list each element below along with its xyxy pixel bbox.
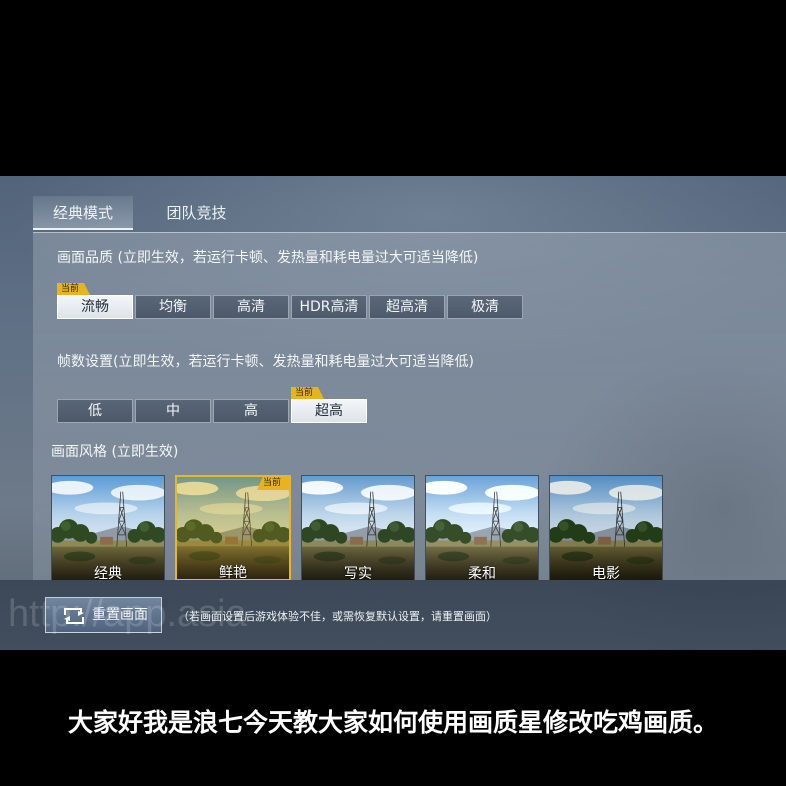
option-label: 均衡 — [159, 299, 187, 315]
quality-option-ultra-hd[interactable]: 超高清 当前 — [369, 295, 445, 319]
option-label: 超高 — [315, 403, 343, 419]
style-label: 写实 — [344, 566, 372, 580]
option-label: 极清 — [471, 299, 499, 315]
option-label: HDR高清 — [299, 299, 359, 315]
style-option-soft[interactable]: 柔和 当前 — [425, 475, 539, 580]
fps-option-ultra[interactable]: 超高 当前 — [291, 387, 367, 423]
option-label: 流畅 — [81, 299, 109, 315]
option-label: 中 — [166, 403, 180, 419]
style-option-realistic[interactable]: 写实 当前 — [301, 475, 415, 580]
reset-graphics-button[interactable]: 重置画面 — [45, 597, 162, 633]
fps-option-low[interactable]: 低 当前 — [57, 399, 133, 423]
quality-option-balanced[interactable]: 均衡 当前 — [135, 295, 211, 319]
quality-option-hdr[interactable]: HDR高清 当前 — [291, 295, 367, 319]
tab-classic-mode[interactable]: 经典模式 — [33, 196, 133, 230]
graphics-settings-panel: 经典模式 团队竞技 画面品质 (立即生效，若运行卡顿、发热量和耗电量过大可适当降… — [0, 176, 786, 650]
tab-team-deathmatch[interactable]: 团队竞技 — [150, 196, 243, 230]
reset-hint-text: （若画面设置后游戏体验不佳，或需恢复默认设置，请重置画面） — [178, 610, 497, 623]
fps-options: 低 当前 中 当前 高 当前 超高 当前 — [57, 387, 367, 423]
style-options: 经典 当前 鲜艳 当前 写实 当前 柔和 当前 — [51, 475, 663, 580]
style-section-title: 画面风格 (立即生效) — [51, 444, 179, 460]
fps-option-high[interactable]: 高 当前 — [213, 399, 289, 423]
current-tag: 当前 — [291, 387, 324, 399]
style-option-cinematic[interactable]: 电影 当前 — [549, 475, 663, 580]
quality-section-title: 画面品质 (立即生效，若运行卡顿、发热量和耗电量过大可适当降低) — [57, 250, 479, 266]
fps-option-medium[interactable]: 中 当前 — [135, 399, 211, 423]
reset-button-label: 重置画面 — [92, 607, 148, 623]
style-label: 电影 — [592, 566, 620, 580]
style-label: 经典 — [94, 566, 122, 580]
quality-option-smooth[interactable]: 流畅 当前 — [57, 283, 133, 319]
option-label: 低 — [88, 403, 102, 419]
quality-option-hd[interactable]: 高清 当前 — [213, 295, 289, 319]
quality-options: 流畅 当前 均衡 当前 高清 当前 HDR高清 当前 超高清 当前 极清 当前 — [57, 283, 523, 319]
current-tag: 当前 — [57, 283, 90, 295]
quality-option-extreme[interactable]: 极清 当前 — [447, 295, 523, 319]
style-option-classic[interactable]: 经典 当前 — [51, 475, 165, 580]
video-subtitle: 大家好我是浪七今天教大家如何使用画质星修改吃鸡画质。 — [67, 708, 718, 737]
settings-content: 画面品质 (立即生效，若运行卡顿、发热量和耗电量过大可适当降低) 流畅 当前 均… — [33, 232, 786, 580]
option-label: 高 — [244, 403, 258, 419]
option-label: 高清 — [237, 299, 265, 315]
bottom-bar: 重置画面 （若画面设置后游戏体验不佳，或需恢复默认设置，请重置画面） http:… — [0, 580, 786, 650]
fps-section-title: 帧数设置(立即生效，若运行卡顿、发热量和耗电量过大可适当降低) — [57, 354, 474, 370]
style-label: 柔和 — [468, 566, 496, 580]
option-label: 超高清 — [386, 299, 428, 315]
style-option-vivid[interactable]: 鲜艳 当前 — [175, 475, 291, 580]
style-label: 鲜艳 — [219, 565, 247, 580]
reset-icon — [64, 608, 84, 624]
